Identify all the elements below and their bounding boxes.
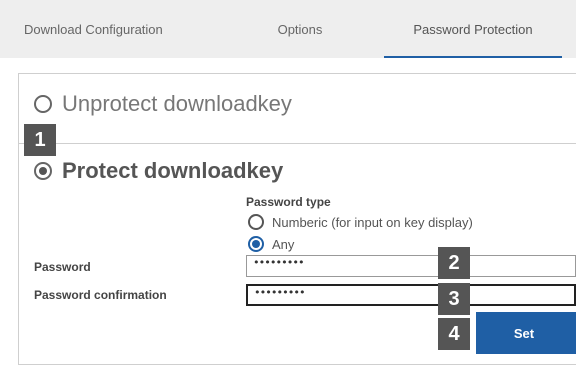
tab-download-configuration[interactable]: Download Configuration <box>10 0 200 58</box>
password-confirmation-input[interactable]: ••••••••• <box>246 284 576 306</box>
protect-label: Protect downloadkey <box>62 158 284 183</box>
unprotect-radio[interactable]: Unprotect downloadkey <box>34 91 292 117</box>
password-type-label: Password type <box>246 195 331 209</box>
panel-divider <box>18 143 576 144</box>
step-badge-1: 1 <box>24 124 56 156</box>
password-protection-page: Download Configuration Options Password … <box>0 0 576 368</box>
protect-radio[interactable]: Protect downloadkey <box>34 158 283 184</box>
radio-checked-icon <box>34 162 52 180</box>
tab-password-protection[interactable]: Password Protection <box>380 0 566 58</box>
password-label: Password <box>34 260 91 274</box>
tab-options[interactable]: Options <box>230 0 370 58</box>
set-button[interactable]: Set <box>476 312 576 354</box>
step-badge-4: 4 <box>438 318 470 350</box>
radio-circle-icon <box>248 214 264 230</box>
password-type-numeric-label: Numberic (for input on key display) <box>272 214 473 230</box>
password-type-any-label: Any <box>272 236 295 252</box>
radio-checked-icon <box>248 236 264 252</box>
password-confirmation-label: Password confirmation <box>34 288 167 302</box>
password-type-numeric-radio[interactable]: Numberic (for input on key display) <box>248 214 473 230</box>
step-badge-3: 3 <box>438 283 470 315</box>
password-type-any-radio[interactable]: Any <box>248 236 294 252</box>
unprotect-label: Unprotect downloadkey <box>62 91 292 116</box>
tab-bar: Download Configuration Options Password … <box>0 0 576 58</box>
step-badge-2: 2 <box>438 247 470 279</box>
radio-circle-icon <box>34 95 52 113</box>
password-input[interactable]: ••••••••• <box>246 255 576 277</box>
